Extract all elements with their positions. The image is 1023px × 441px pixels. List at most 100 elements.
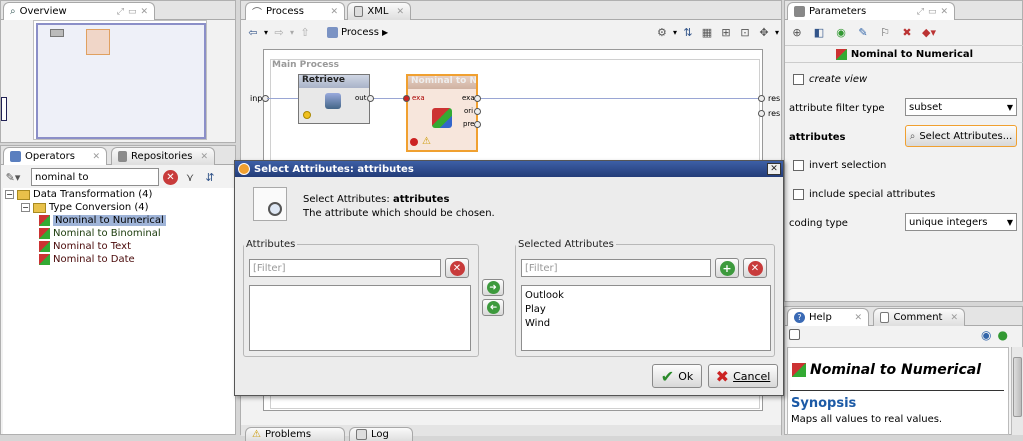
tab-operators[interactable]: Operators ✕	[3, 147, 107, 165]
clear-search-icon[interactable]: ✕	[163, 169, 178, 185]
selected-filter-input[interactable]: [Filter]	[521, 259, 711, 277]
tab-log[interactable]: Log	[349, 427, 413, 441]
process-output-port-2[interactable]	[758, 110, 765, 117]
remove-icon[interactable]: ✖	[899, 24, 915, 40]
online-help-icon[interactable]: ◉	[981, 328, 991, 342]
up-arrow-icon[interactable]: ⇧	[297, 24, 313, 40]
clear-selected-filter-button[interactable]: ✕	[743, 258, 767, 278]
sort-icon[interactable]: ⇵	[202, 169, 218, 185]
breadcrumb-process[interactable]: Process	[341, 27, 379, 38]
operator-nominal-to-numerical[interactable]: Nominal to Nu... exa exa ori pre ⚠	[403, 74, 481, 152]
attributes-filter-input[interactable]: [Filter]	[249, 259, 441, 277]
invert-selection-checkbox[interactable]	[793, 160, 804, 171]
layout-menu-icon[interactable]: ✥	[756, 24, 772, 40]
selected-attributes-list[interactable]: Outlook Play Wind	[521, 285, 771, 351]
help-option-checkbox[interactable]	[789, 329, 800, 340]
expert-mode-icon[interactable]: ⚐	[877, 24, 893, 40]
delete-menu-icon[interactable]: ◆▾	[921, 24, 937, 40]
tree-group[interactable]: − Type Conversion (4)	[21, 202, 149, 213]
attributes-list[interactable]	[249, 285, 471, 351]
tab-problems[interactable]: ⚠ Problems	[245, 427, 345, 441]
help-scrollbar[interactable]	[1011, 347, 1023, 435]
list-item[interactable]: Play	[525, 303, 767, 317]
operator-retrieve[interactable]: Retrieve out	[298, 74, 374, 124]
list-item[interactable]: Wind	[525, 317, 767, 331]
tab-repositories[interactable]: Repositories ✕	[111, 147, 215, 165]
back-arrow-icon[interactable]: ⇦	[245, 24, 261, 40]
tree-group-label: Type Conversion (4)	[49, 202, 149, 213]
tab-help[interactable]: ? Help ✕	[787, 308, 869, 326]
filter-icon[interactable]: ⋎	[182, 169, 198, 185]
list-item[interactable]: Outlook	[525, 289, 767, 303]
close-icon[interactable]: ✕	[92, 152, 100, 162]
tree-root[interactable]: − Data Transformation (4)	[5, 189, 152, 200]
help-title-row: Nominal to Numerical	[792, 362, 981, 378]
layout-dropdown-icon[interactable]: ▾	[775, 28, 779, 37]
select-attributes-button[interactable]: ⌕ Select Attributes...	[905, 125, 1017, 147]
clear-icon: ✕	[747, 260, 763, 276]
operator-search-input[interactable]: nominal to	[31, 168, 159, 186]
add-attribute-button[interactable]: +	[715, 258, 739, 278]
maximize-icon[interactable]: ⤢	[917, 7, 924, 17]
remove-selected-button[interactable]: ➜	[482, 299, 504, 316]
tree-item-nominal-to-numerical[interactable]: Nominal to Numerical	[39, 215, 166, 226]
port-exa-in[interactable]	[403, 95, 410, 102]
back-dropdown-icon[interactable]: ▾	[264, 28, 268, 37]
tab-parameters[interactable]: Parameters ⤢ ▭ ✕	[787, 2, 955, 20]
collapse-icon[interactable]: −	[21, 203, 30, 212]
error-icon	[410, 138, 418, 146]
include-special-checkbox[interactable]	[793, 189, 804, 200]
minimize-icon[interactable]: ▭	[128, 7, 137, 17]
maximize-icon[interactable]: ⤢	[117, 7, 124, 17]
execution-order-icon[interactable]: ⇅	[680, 24, 696, 40]
help-scroll-thumb[interactable]	[1013, 357, 1022, 417]
close-icon[interactable]: ✕	[950, 313, 958, 323]
arrange-icon[interactable]: ⊡	[737, 24, 753, 40]
breakpoint-before-icon[interactable]: ◧	[811, 24, 827, 40]
overview-canvas[interactable]	[33, 20, 207, 140]
close-icon[interactable]: ✕	[940, 7, 948, 17]
process-output-port-1[interactable]	[758, 95, 765, 102]
info-icon[interactable]: ⊕	[789, 24, 805, 40]
tab-process[interactable]: ⌒ Process ✕	[245, 2, 345, 20]
grid-icon[interactable]: ▦	[699, 24, 715, 40]
forward-arrow-icon[interactable]: ⇨	[271, 24, 287, 40]
overview-viewport[interactable]	[36, 23, 206, 139]
clear-attributes-filter-button[interactable]: ✕	[445, 258, 469, 278]
coding-type-select[interactable]: unique integers ▼	[905, 213, 1017, 231]
cancel-button[interactable]: ✖ Cancel	[708, 364, 778, 388]
tree-item-nominal-to-text[interactable]: Nominal to Text	[39, 241, 131, 252]
auto-fit-icon[interactable]: ⊞	[718, 24, 734, 40]
tab-comment[interactable]: Comment ✕	[873, 308, 965, 326]
create-view-row[interactable]: create view	[793, 74, 867, 85]
add-selected-button[interactable]: ➜	[482, 279, 504, 296]
wire-tool-icon[interactable]: ⚙	[654, 24, 670, 40]
tree-item-nominal-to-binominal[interactable]: Nominal to Binominal	[39, 228, 161, 239]
close-icon[interactable]: ✕	[330, 7, 338, 17]
port-pre[interactable]	[474, 121, 481, 128]
close-icon[interactable]: ✕	[854, 313, 862, 323]
create-view-checkbox[interactable]	[793, 74, 804, 85]
ok-button[interactable]: ✔ Ok	[652, 364, 702, 388]
forward-dropdown-icon[interactable]: ▾	[290, 28, 294, 37]
close-icon[interactable]: ✕	[200, 152, 208, 162]
filter-type-select[interactable]: subset ▼	[905, 98, 1017, 116]
port-ori[interactable]	[474, 108, 481, 115]
rename-icon[interactable]: ✎	[855, 24, 871, 40]
port-exa-out[interactable]	[474, 95, 481, 102]
tab-overview[interactable]: ⌕ Overview ⤢ ▭ ✕	[3, 2, 155, 20]
close-icon[interactable]: ✕	[396, 7, 404, 17]
enable-icon[interactable]: ◉	[833, 24, 849, 40]
globe-icon[interactable]: ●	[997, 328, 1007, 342]
tree-item-nominal-to-date[interactable]: Nominal to Date	[39, 254, 135, 265]
tab-xml[interactable]: XML ✕	[347, 2, 411, 20]
dialog-close-icon[interactable]: ✕	[767, 163, 781, 175]
tool-menu-icon[interactable]: ✎▾	[5, 169, 21, 185]
wire-dropdown-icon[interactable]: ▾	[673, 28, 677, 37]
invert-selection-row[interactable]: invert selection	[793, 160, 886, 171]
port-out[interactable]	[367, 95, 374, 102]
close-icon[interactable]: ✕	[140, 7, 148, 17]
include-special-row[interactable]: include special attributes	[793, 189, 935, 200]
collapse-icon[interactable]: −	[5, 190, 14, 199]
minimize-icon[interactable]: ▭	[928, 7, 937, 17]
